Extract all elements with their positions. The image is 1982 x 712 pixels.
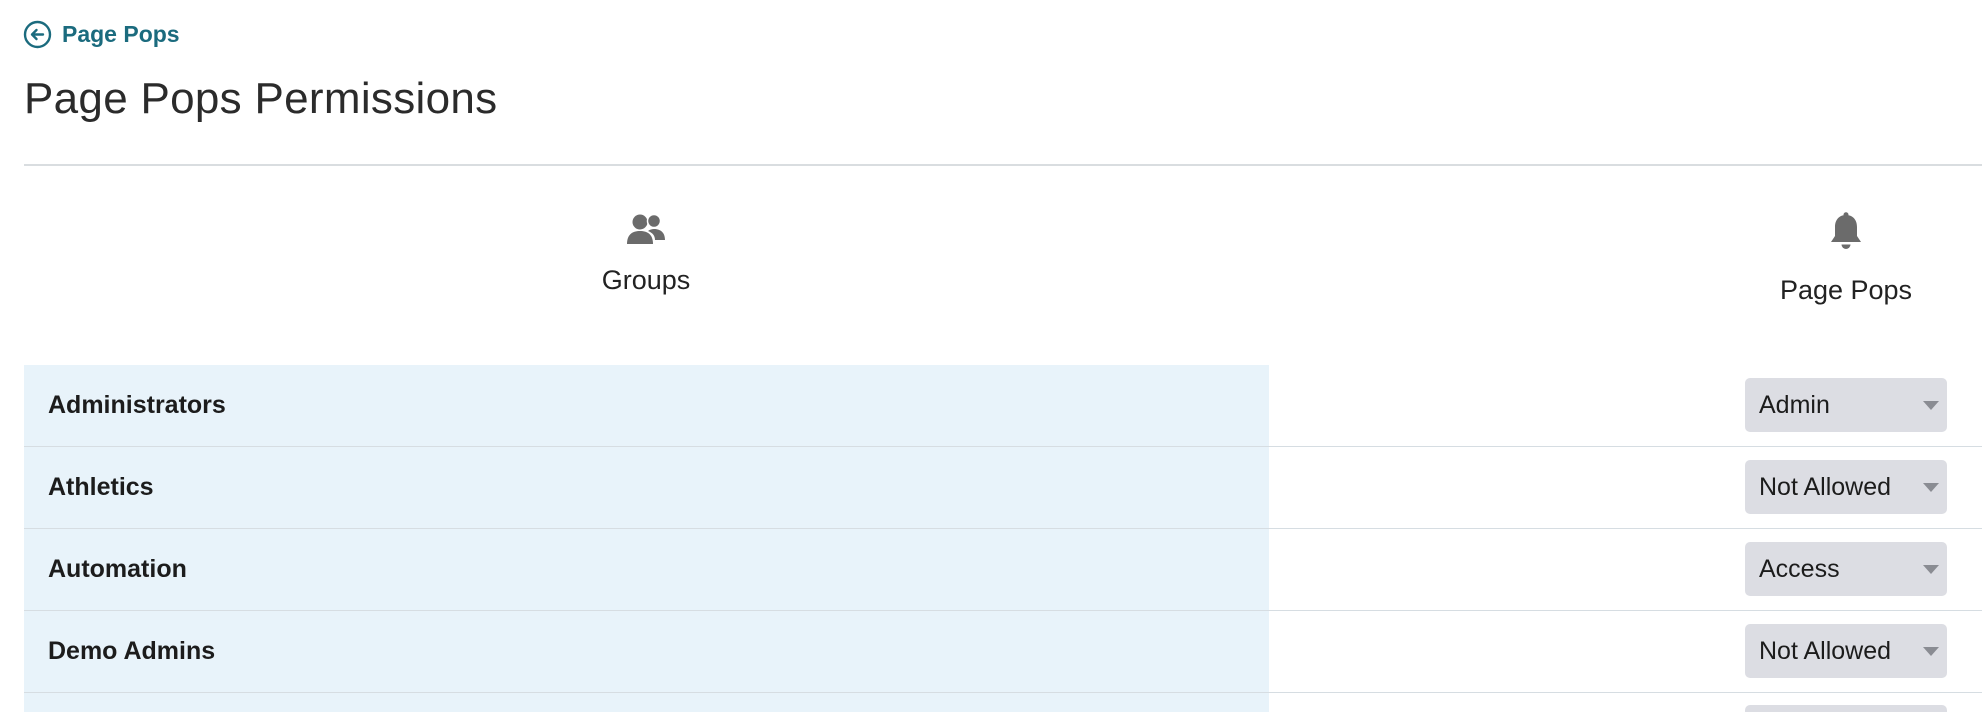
group-name: Athletics — [48, 473, 154, 501]
permission-value: Admin — [1759, 390, 1830, 419]
groups-column-header: Groups — [546, 212, 746, 296]
permission-value: Not Allowed — [1759, 636, 1892, 665]
permission-select[interactable] — [1745, 705, 1947, 712]
chevron-down-icon — [1923, 565, 1939, 574]
permissions-table: Administrators Admin Athletics Not Allow… — [24, 365, 1982, 712]
permission-select[interactable]: Admin — [1745, 378, 1947, 432]
group-name: Administrators — [48, 391, 226, 419]
group-name: Automation — [48, 555, 187, 583]
table-row-partial — [24, 693, 1982, 712]
page-pops-column-header: Page Pops — [1746, 212, 1946, 306]
header-divider — [24, 164, 1982, 166]
back-link-label: Page Pops — [62, 21, 180, 47]
groups-column-label: Groups — [601, 265, 691, 295]
page-title: Page Pops Permissions — [24, 74, 498, 123]
chevron-down-icon — [1923, 483, 1939, 492]
permission-select[interactable]: Not Allowed — [1745, 460, 1947, 514]
group-name-cell — [24, 693, 1269, 712]
table-row: Automation Access — [24, 529, 1982, 611]
group-name-cell: Athletics — [24, 447, 1269, 528]
permission-select[interactable]: Access — [1745, 542, 1947, 596]
group-name-cell: Demo Admins — [24, 611, 1269, 692]
chevron-down-icon — [1923, 647, 1939, 656]
arrow-left-circle-icon — [23, 20, 52, 49]
page: Page Pops Page Pops Permissions Groups P… — [0, 0, 1982, 712]
page-pops-column-label: Page Pops — [1779, 275, 1913, 305]
group-name-cell: Automation — [24, 529, 1269, 610]
table-row: Demo Admins Not Allowed — [24, 611, 1982, 693]
chevron-down-icon — [1923, 401, 1939, 410]
permission-value: Not Allowed — [1759, 472, 1892, 501]
table-row: Administrators Admin — [24, 365, 1982, 447]
users-icon — [626, 212, 666, 251]
back-link[interactable]: Page Pops — [23, 20, 180, 49]
permission-select[interactable]: Not Allowed — [1745, 624, 1947, 678]
permission-value: Access — [1759, 554, 1840, 583]
group-name-cell: Administrators — [24, 365, 1269, 446]
group-name: Demo Admins — [48, 637, 216, 665]
bell-icon — [1828, 212, 1864, 257]
table-row: Athletics Not Allowed — [24, 447, 1982, 529]
